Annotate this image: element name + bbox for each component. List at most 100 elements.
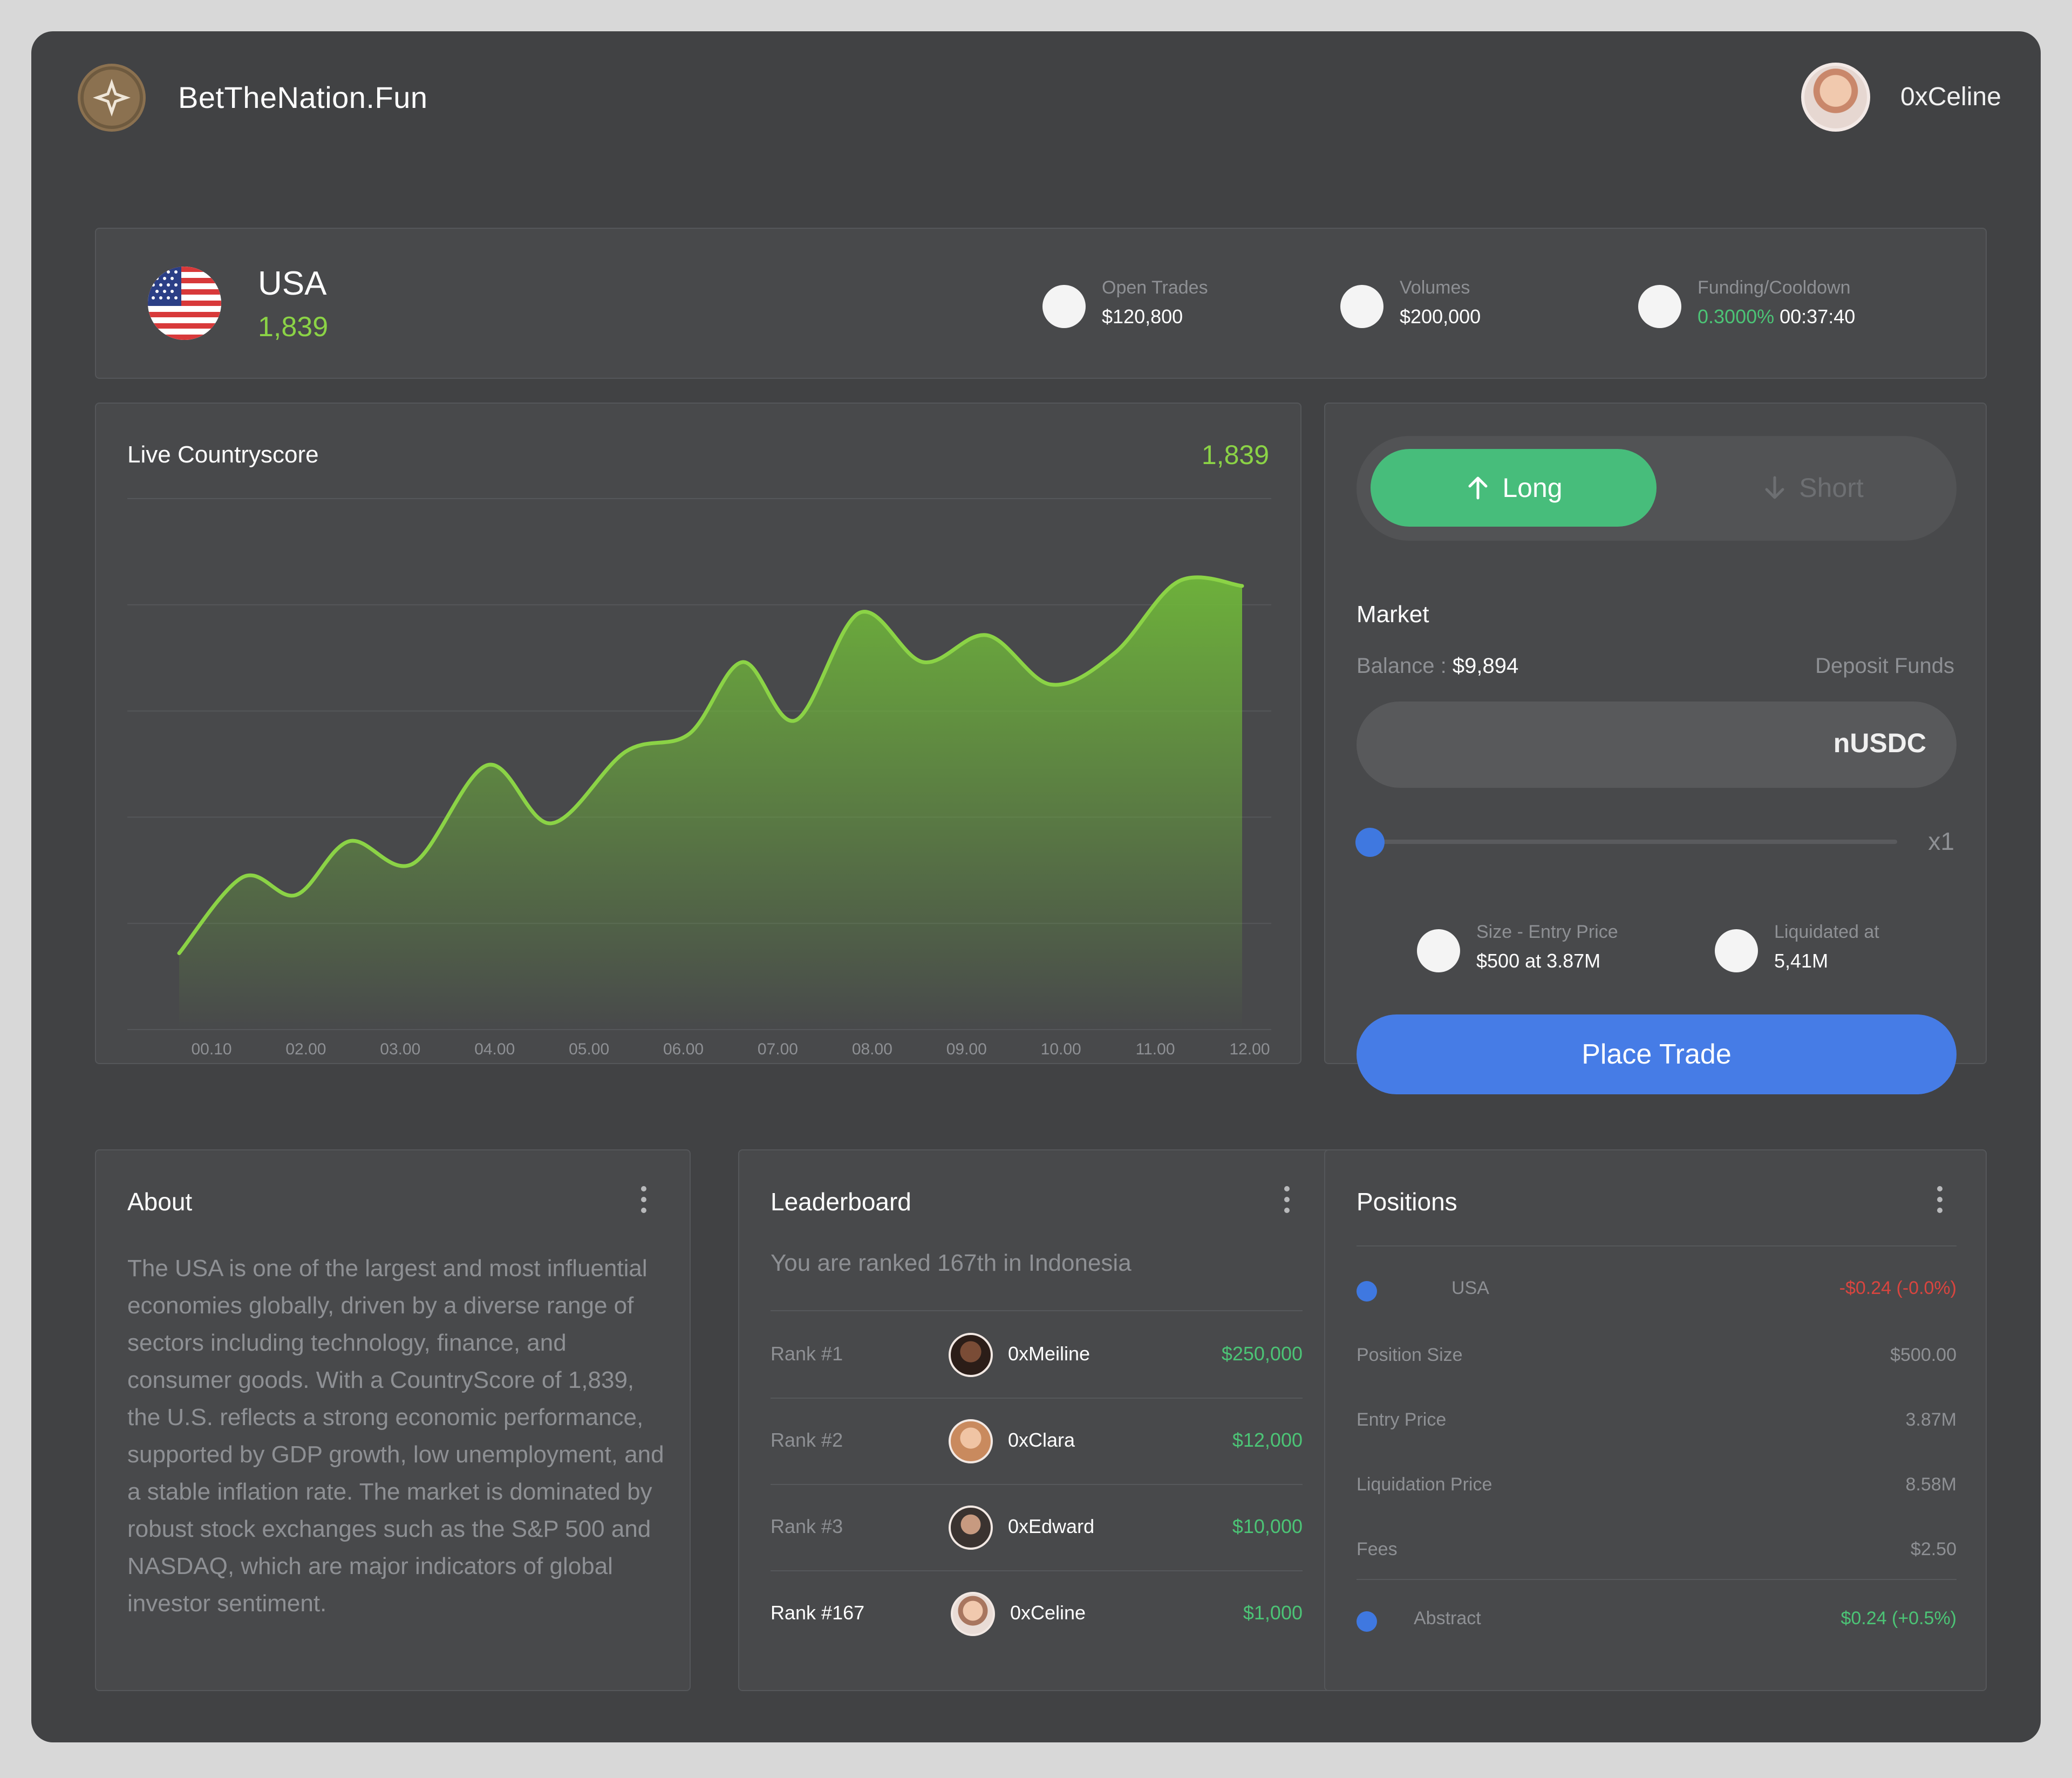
country-summary-card: USA 1,839 Open Trades $120,800 Volumes $… <box>95 228 1987 379</box>
x-tick-label: 06.00 <box>663 1040 704 1058</box>
chart-title: Live Countryscore <box>127 441 319 468</box>
positions-card: Positions USA -$0.24 (-0.0%) Position Si… <box>1324 1149 1987 1691</box>
size-value: $500 at 3.87M <box>1476 950 1601 972</box>
volumes-value: $200,000 <box>1400 305 1481 328</box>
footer-pnl: $0.24 (+0.5%) <box>1841 1608 1957 1629</box>
country-score: 1,839 <box>258 311 329 343</box>
x-tick-label: 10.00 <box>1041 1040 1081 1058</box>
avatar <box>949 1333 993 1377</box>
detail-label: Position Size <box>1357 1345 1463 1365</box>
long-button[interactable]: Long <box>1371 449 1657 527</box>
detail-value: $2.50 <box>1910 1539 1957 1559</box>
leaderboard-row[interactable]: Rank #3 0xEdward $10,000 <box>771 1484 1303 1570</box>
user-rank-summary: You are ranked 167th in Indonesia <box>771 1250 1132 1276</box>
open-trades-icon <box>1042 285 1086 328</box>
deposit-funds-link[interactable]: Deposit Funds <box>1815 654 1954 678</box>
live-countryscore-card: 00.10 02.00 03.00 04.00 05.00 06.00 07.00 08.00… <box>95 403 1301 1064</box>
brand-name[interactable]: BetTheNation.Fun <box>178 80 427 115</box>
leverage-slider-handle[interactable] <box>1355 828 1385 857</box>
detail-value: 3.87M <box>1905 1409 1957 1430</box>
player-amount: $12,000 <box>1232 1429 1303 1451</box>
short-label: Short <box>1799 473 1864 503</box>
leverage-value: x1 <box>1928 827 1954 855</box>
footer-asset: Abstract <box>1414 1608 1481 1629</box>
about-text: The USA is one of the largest and most i… <box>127 1255 664 1617</box>
volumes-label: Volumes <box>1400 277 1470 298</box>
about-more-icon[interactable] <box>641 1186 648 1213</box>
x-tick-label: 09.00 <box>946 1040 987 1058</box>
country-name: USA <box>258 265 327 302</box>
rank: Rank #2 <box>771 1429 843 1451</box>
position-footer-row[interactable]: Abstract $0.24 (+0.5%) <box>1357 1603 1957 1635</box>
player-name: 0xClara <box>1008 1429 1075 1451</box>
leaderboard-row[interactable]: Rank #1 0xMeiline $250,000 <box>771 1311 1303 1398</box>
positions-more-icon[interactable] <box>1937 1186 1944 1213</box>
asset-dot-icon <box>1357 1281 1377 1302</box>
chart-area-fill <box>179 577 1242 1030</box>
arrow-up-icon <box>1468 476 1488 500</box>
avatar <box>949 1419 993 1463</box>
x-tick-label: 00.10 <box>191 1040 231 1058</box>
countryscore-chart[interactable]: 00.10 02.00 03.00 04.00 05.00 06.00 07.00 08.00… <box>96 404 1303 1065</box>
asset-name: USA <box>1451 1278 1489 1298</box>
currency-label: nUSDC <box>1833 728 1926 758</box>
usa-flag-icon <box>148 267 221 340</box>
liquidated-value: 5,41M <box>1774 950 1829 972</box>
player-amount: $10,000 <box>1232 1515 1303 1537</box>
avatar <box>949 1505 993 1550</box>
detail-label: Liquidation Price <box>1357 1474 1492 1495</box>
divider <box>1357 1245 1957 1246</box>
position-asset-row[interactable]: USA -$0.24 (-0.0%) <box>1357 1272 1957 1305</box>
leaderboard-more-icon[interactable] <box>1284 1186 1291 1213</box>
long-label: Long <box>1502 473 1563 503</box>
x-tick-label: 05.00 <box>569 1040 609 1058</box>
amount-input[interactable]: nUSDC <box>1357 701 1957 788</box>
x-tick-label: 03.00 <box>380 1040 420 1058</box>
leaderboard-row[interactable]: Rank #2 0xClara $12,000 <box>771 1398 1303 1484</box>
long-short-toggle: Long Short <box>1357 436 1957 541</box>
position-detail-row: Fees $2.50 <box>1357 1534 1957 1566</box>
asset-pnl: -$0.24 (-0.0%) <box>1839 1278 1957 1298</box>
balance-label: Balance : <box>1357 654 1447 678</box>
cooldown-timer: 00:37:40 <box>1780 305 1856 328</box>
player-amount: $250,000 <box>1221 1343 1303 1365</box>
size-icon <box>1417 929 1460 972</box>
x-tick-label: 08.00 <box>852 1040 892 1058</box>
position-detail-row: Liquidation Price 8.58M <box>1357 1469 1957 1501</box>
detail-label: Fees <box>1357 1539 1398 1559</box>
leverage-slider-track[interactable] <box>1357 840 1897 844</box>
position-detail-row: Position Size $500.00 <box>1357 1339 1957 1372</box>
detail-value: 8.58M <box>1905 1474 1957 1495</box>
place-trade-button[interactable]: Place Trade <box>1357 1014 1957 1094</box>
funding-value: 0.3000% 00:37:40 <box>1698 305 1855 328</box>
player-name: 0xEdward <box>1008 1515 1095 1537</box>
brand-logo-icon[interactable] <box>78 64 146 132</box>
size-label: Size - Entry Price <box>1476 922 1618 942</box>
funding-rate: 0.3000% <box>1698 305 1775 328</box>
rank: Rank #3 <box>771 1515 843 1537</box>
x-tick-label: 07.00 <box>758 1040 798 1058</box>
player-name: 0xMeiline <box>1008 1343 1090 1365</box>
trade-panel: Long Short Market Balance : $9,894 Depos… <box>1324 403 1987 1094</box>
liquidation-icon <box>1715 929 1758 972</box>
player-name: 0xCeline <box>1010 1602 1086 1624</box>
user-name[interactable]: 0xCeline <box>1900 82 2001 112</box>
x-tick-label: 02.00 <box>285 1040 326 1058</box>
avatar <box>951 1592 995 1636</box>
leaderboard-row-current-user[interactable]: Rank #167 0xCeline $1,000 <box>771 1570 1303 1657</box>
detail-value: $500.00 <box>1890 1345 1957 1365</box>
positions-title: Positions <box>1357 1188 1457 1216</box>
user-avatar[interactable] <box>1801 63 1870 132</box>
divider <box>1357 1579 1957 1580</box>
short-button[interactable]: Short <box>1680 449 1945 527</box>
leaderboard-title: Leaderboard <box>771 1188 911 1216</box>
app-window: BetTheNation.Fun 0xCeline USA 1,839 Open… <box>31 31 2041 1742</box>
rank: Rank #167 <box>771 1602 865 1624</box>
arrow-down-icon <box>1765 476 1784 499</box>
open-trades-label: Open Trades <box>1102 277 1208 298</box>
funding-icon <box>1638 285 1681 328</box>
about-title: About <box>127 1188 193 1216</box>
x-tick-label: 04.00 <box>474 1040 515 1058</box>
rank: Rank #1 <box>771 1343 843 1365</box>
detail-label: Entry Price <box>1357 1409 1447 1430</box>
